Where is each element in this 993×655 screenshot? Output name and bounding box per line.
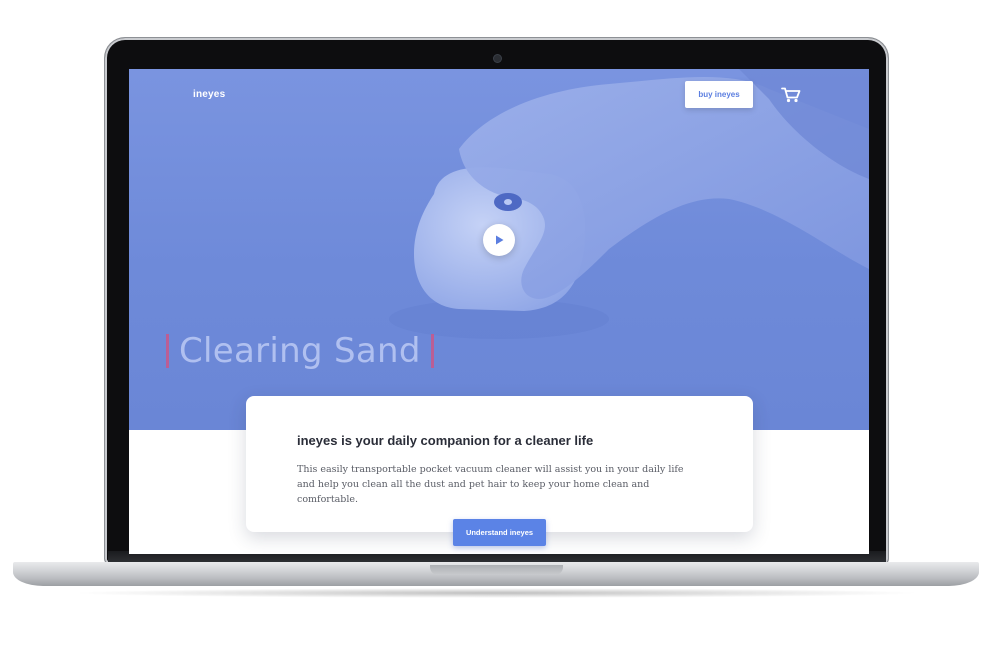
cart-icon[interactable] <box>781 87 801 103</box>
card-body: This easily transportable pocket vacuum … <box>297 464 684 505</box>
laptop-screen: ineyes buy ineyes Clearing Sand ineyes i… <box>129 69 869 554</box>
laptop-notch <box>430 565 563 575</box>
buy-button[interactable]: buy ineyes <box>685 81 753 108</box>
hero-section: ineyes buy ineyes Clearing Sand <box>129 69 869 430</box>
hero-headline: Clearing Sand <box>166 331 434 371</box>
understand-button[interactable]: Understand ineyes <box>453 519 546 546</box>
play-icon <box>496 235 504 245</box>
play-video-button[interactable] <box>483 224 515 256</box>
webcam <box>494 55 501 62</box>
headline-text: Clearing Sand <box>179 331 421 371</box>
headline-accent-bar-left <box>166 334 169 368</box>
brand-logo[interactable]: ineyes <box>193 89 225 100</box>
laptop-mockup: ineyes buy ineyes Clearing Sand ineyes i… <box>0 0 993 655</box>
card-title: ineyes is your daily companion for a cle… <box>297 433 594 448</box>
headline-accent-bar-right <box>430 334 434 368</box>
intro-card: ineyes is your daily companion for a cle… <box>246 396 753 532</box>
laptop-shadow <box>70 588 922 598</box>
